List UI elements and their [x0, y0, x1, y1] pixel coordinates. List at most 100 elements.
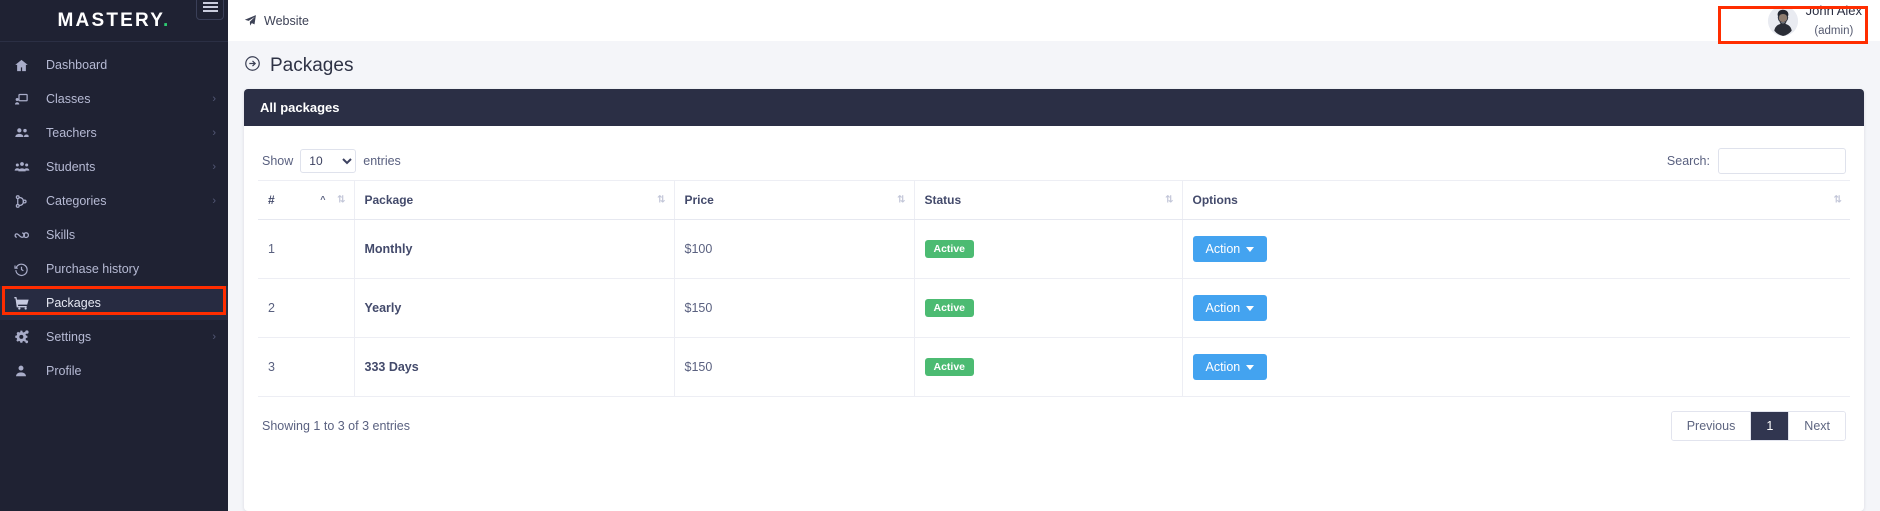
- sort-icon: ⇅: [1165, 194, 1173, 206]
- cell-price: $150: [674, 278, 915, 338]
- user-menu[interactable]: John Alex (admin): [1760, 0, 1870, 41]
- column-label: Package: [364, 193, 414, 207]
- sidebar-toggle-button[interactable]: [196, 0, 224, 20]
- action-button[interactable]: Action: [1192, 354, 1268, 380]
- sidebar-item-label: Teachers: [46, 126, 97, 140]
- sidebar-item-label: Profile: [46, 364, 82, 378]
- cell-package: Yearly: [354, 278, 675, 338]
- hamburger-bar: [202, 2, 218, 4]
- sidebar-item-label: Categories: [46, 194, 107, 208]
- students-icon: [14, 159, 36, 175]
- card-title: All packages: [244, 89, 1864, 126]
- chevron-right-icon: ›: [212, 92, 216, 105]
- cell-options: Action: [1182, 278, 1850, 338]
- column-header-price[interactable]: Price ⇅: [674, 180, 915, 220]
- pagination-page-1[interactable]: 1: [1751, 412, 1790, 440]
- chevron-right-icon: ›: [212, 160, 216, 173]
- brand-name: MASTERY.: [57, 9, 171, 31]
- sidebar-item-label: Settings: [46, 330, 92, 344]
- cell-number: 3: [258, 337, 355, 397]
- brand-dot: .: [163, 9, 171, 31]
- column-header-options[interactable]: Options ⇅: [1182, 180, 1850, 220]
- sort-icon: ⇅: [657, 194, 665, 206]
- packages-card: All packages Show 102550100 entries Sear…: [244, 89, 1864, 511]
- action-button-label: Action: [1205, 242, 1241, 256]
- cell-status: Active: [914, 219, 1183, 279]
- cell-price: $150: [674, 337, 915, 397]
- hamburger-bar: [202, 6, 218, 8]
- sidebar-item-label: Packages: [46, 296, 101, 310]
- chevron-right-icon: ›: [212, 194, 216, 207]
- entries-label: entries: [363, 154, 401, 168]
- cart-icon: [14, 295, 36, 311]
- caret-down-icon: [1246, 305, 1255, 311]
- table-row: 2 Yearly $150 Active Action: [258, 278, 1850, 338]
- cell-options: Action: [1182, 219, 1850, 279]
- table-header-row: # ^ ⇅ Package ⇅ Price ⇅ Status ⇅ Options…: [258, 180, 1850, 220]
- top-bar: Website John Alex (admin): [228, 0, 1880, 41]
- sort-icon: ⇅: [337, 194, 345, 206]
- search-label: Search:: [1666, 154, 1710, 168]
- page-title-text: Packages: [270, 55, 354, 76]
- page-length-control: Show 102550100 entries: [262, 149, 401, 173]
- status-badge: Active: [924, 299, 975, 317]
- sidebar-item-packages[interactable]: Packages: [0, 286, 228, 320]
- chevron-right-icon: ›: [212, 126, 216, 139]
- action-button[interactable]: Action: [1192, 295, 1268, 321]
- page-title: Packages: [228, 41, 1880, 89]
- teachers-icon: [14, 125, 36, 141]
- caret-down-icon: [1246, 246, 1255, 252]
- action-button-label: Action: [1205, 301, 1241, 315]
- sidebar-item-settings[interactable]: Settings ›: [0, 320, 228, 354]
- pagination-previous[interactable]: Previous: [1671, 412, 1752, 440]
- sidebar-item-skills[interactable]: Skills: [0, 218, 228, 252]
- sort-icon: ⇅: [897, 194, 905, 206]
- status-badge: Active: [924, 358, 975, 376]
- brand-logo[interactable]: MASTERY.: [0, 0, 228, 42]
- history-icon: [14, 262, 36, 277]
- paper-plane-icon: [244, 14, 257, 27]
- sidebar-item-classes[interactable]: Classes ›: [0, 82, 228, 116]
- cell-number: 1: [258, 219, 355, 279]
- pagination-next[interactable]: Next: [1789, 412, 1845, 440]
- user-icon: [14, 364, 36, 378]
- search-control: Search:: [1667, 148, 1846, 174]
- gear-icon: [14, 329, 36, 345]
- main-content: Website John Alex (admin) Packages All p…: [228, 0, 1880, 511]
- sidebar-item-purchase-history[interactable]: Purchase history: [0, 252, 228, 286]
- sidebar-item-profile[interactable]: Profile: [0, 354, 228, 388]
- sidebar-item-label: Skills: [46, 228, 76, 242]
- cell-price: $100: [674, 219, 915, 279]
- column-header-status[interactable]: Status ⇅: [914, 180, 1183, 220]
- sidebar-item-categories[interactable]: Categories ›: [0, 184, 228, 218]
- column-header-number[interactable]: # ^ ⇅: [258, 180, 355, 220]
- page-length-select[interactable]: 102550100: [300, 149, 357, 173]
- cell-options: Action: [1182, 337, 1850, 397]
- table-header: # ^ ⇅ Package ⇅ Price ⇅ Status ⇅ Options…: [258, 180, 1850, 220]
- column-header-package[interactable]: Package ⇅: [354, 180, 675, 220]
- packages-table: # ^ ⇅ Package ⇅ Price ⇅ Status ⇅ Options…: [258, 180, 1850, 397]
- column-label: Options: [1192, 193, 1238, 207]
- sidebar-item-label: Students: [46, 160, 96, 174]
- search-input[interactable]: [1718, 148, 1846, 174]
- table-row: 1 Monthly $100 Active Action: [258, 219, 1850, 279]
- status-badge: Active: [924, 240, 975, 258]
- sidebar-item-students[interactable]: Students ›: [0, 150, 228, 184]
- cell-status: Active: [914, 337, 1183, 397]
- sidebar-item-dashboard[interactable]: Dashboard: [0, 48, 228, 82]
- entries-info: Showing 1 to 3 of 3 entries: [262, 419, 411, 433]
- sidebar-item-teachers[interactable]: Teachers ›: [0, 116, 228, 150]
- cell-number: 2: [258, 278, 355, 338]
- arrow-circle-right-icon: [244, 55, 261, 77]
- website-link[interactable]: Website: [244, 14, 309, 28]
- user-role: (admin): [1814, 24, 1854, 37]
- sort-icon: ⇅: [1833, 194, 1842, 206]
- sidebar-item-label: Dashboard: [46, 58, 108, 72]
- cell-package: Monthly: [354, 219, 675, 279]
- table-footer: Showing 1 to 3 of 3 entries Previous 1 N…: [258, 397, 1850, 455]
- column-label: #: [268, 193, 275, 207]
- caret-down-icon: [1246, 364, 1255, 370]
- sidebar-item-label: Purchase history: [46, 262, 140, 276]
- sort-asc-indicator-icon: ^: [320, 194, 326, 205]
- action-button[interactable]: Action: [1192, 236, 1268, 262]
